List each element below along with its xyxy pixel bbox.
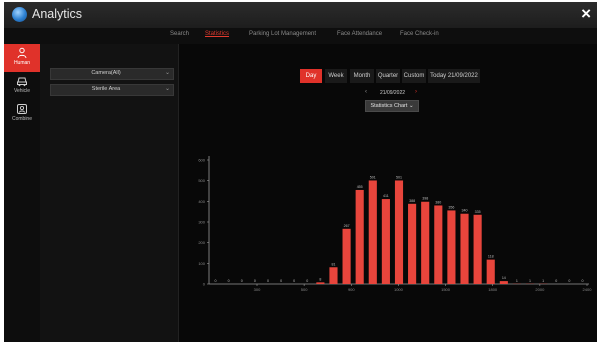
- chart-bar: [447, 210, 456, 284]
- bar-value-label: 398: [422, 197, 428, 201]
- nav-item-face-attendance[interactable]: Face Attendance: [337, 31, 382, 37]
- bar-value-label: 0: [254, 279, 256, 283]
- bar-value-label: 1: [542, 279, 544, 283]
- bar-value-label: 0: [215, 279, 217, 283]
- x-tick-label: 900: [348, 287, 355, 292]
- bar-value-label: 501: [370, 175, 376, 179]
- bar-value-label: 1: [529, 279, 531, 283]
- app-logo-icon: [12, 7, 27, 22]
- bar-value-label: 267: [344, 224, 350, 228]
- chart-bar: [394, 180, 404, 284]
- x-tick-label: 500: [301, 287, 308, 292]
- bar-value-label: 0: [306, 279, 308, 283]
- bar-value-label: 411: [383, 194, 389, 198]
- bar-value-label: 356: [448, 205, 454, 209]
- chevron-down-icon: ⌄: [164, 86, 170, 92]
- title-bar: Analytics ×: [4, 2, 597, 28]
- chart-bar: [486, 259, 495, 284]
- sidebar: Human Vehicle Combine: [4, 44, 40, 342]
- y-tick-label: 0: [203, 282, 206, 287]
- top-nav: Search Statistics Parking Lot Management…: [4, 28, 597, 45]
- sidebar-label-vehicle: Vehicle: [13, 88, 31, 94]
- sidebar-item-human[interactable]: Human: [4, 44, 40, 72]
- bar-value-label: 8: [319, 277, 321, 281]
- human-icon: [17, 47, 27, 59]
- bar-value-label: 335: [475, 210, 481, 214]
- camera-dropdown-value: Camera(All): [91, 70, 121, 76]
- bar-value-label: 81: [331, 262, 335, 266]
- y-tick-label: 400: [198, 199, 205, 204]
- chart-bar: [342, 228, 351, 284]
- vehicle-icon: [17, 77, 27, 87]
- bar-value-label: 380: [435, 200, 441, 204]
- bar-value-label: 14: [502, 276, 506, 280]
- x-tick-label: 1500: [441, 287, 451, 292]
- sidebar-item-vehicle[interactable]: Vehicle: [4, 72, 40, 100]
- window-title: Analytics: [32, 7, 83, 21]
- area-dropdown[interactable]: Sterile Area ⌄: [50, 84, 174, 96]
- main-panel: Day Week Month Quarter Custom Today 21/0…: [179, 44, 597, 342]
- chart-bar: [421, 201, 430, 284]
- nav-item-face-check-in[interactable]: Face Check-in: [400, 31, 439, 37]
- x-tick-label: 1800: [488, 287, 498, 292]
- close-icon[interactable]: ×: [581, 4, 591, 24]
- chart-bar: [368, 180, 377, 284]
- bar-value-label: 0: [280, 279, 282, 283]
- x-tick-label: 2400: [583, 287, 593, 292]
- sidebar-item-combine[interactable]: Combine: [4, 100, 40, 128]
- y-tick-label: 600: [198, 158, 205, 163]
- bar-value-label: 388: [409, 199, 415, 203]
- nav-item-search[interactable]: Search: [170, 31, 189, 37]
- chart-bar: [499, 281, 508, 284]
- bar-value-label: 501: [396, 175, 402, 179]
- chart-bar: [460, 213, 469, 284]
- bar-value-label: 1: [516, 279, 518, 283]
- filter-panel: Camera(All) ⌄ Sterile Area ⌄: [40, 44, 179, 342]
- x-tick-label: 1000: [394, 287, 404, 292]
- sidebar-label-human: Human: [13, 60, 31, 66]
- camera-dropdown[interactable]: Camera(All) ⌄: [50, 68, 174, 80]
- chart-bar: [408, 203, 417, 284]
- bar-value-label: 0: [581, 279, 583, 283]
- bar-value-label: 0: [267, 279, 269, 283]
- chart-bar: [355, 189, 364, 284]
- chart-bar: [473, 214, 482, 284]
- nav-item-parking-lot-management[interactable]: Parking Lot Management: [249, 31, 316, 37]
- bar-value-label: 340: [462, 209, 468, 213]
- nav-item-statistics[interactable]: Statistics: [205, 31, 229, 37]
- sidebar-label-combine: Combine: [11, 116, 32, 122]
- y-tick-label: 500: [198, 178, 205, 183]
- chevron-down-icon: ⌄: [164, 70, 170, 76]
- x-tick-label: 2000: [535, 287, 545, 292]
- y-tick-label: 300: [198, 220, 205, 225]
- bar-value-label: 0: [293, 279, 295, 283]
- combine-icon: [17, 104, 27, 114]
- area-dropdown-value: Sterile Area: [91, 86, 121, 92]
- bar-value-label: 455: [357, 185, 363, 189]
- y-tick-label: 100: [198, 261, 205, 266]
- chart-bar: [381, 199, 390, 284]
- bar-value-label: 0: [568, 279, 570, 283]
- chart-bar: [316, 282, 325, 284]
- chart-bar: [329, 267, 338, 284]
- analytics-window: Analytics × Search Statistics Parking Lo…: [4, 2, 597, 342]
- bar-value-label: 0: [241, 279, 243, 283]
- bar-value-label: 0: [555, 279, 557, 283]
- bar-value-label: 0: [228, 279, 230, 283]
- bar-value-label: 118: [488, 255, 494, 259]
- y-tick-label: 200: [198, 240, 205, 245]
- x-tick-label: 300: [254, 287, 261, 292]
- chart-bar: [434, 205, 443, 284]
- statistics-bar-chart: 01002003004005006000 0 0 0 0 0 0 0 8812674555014…: [198, 156, 593, 292]
